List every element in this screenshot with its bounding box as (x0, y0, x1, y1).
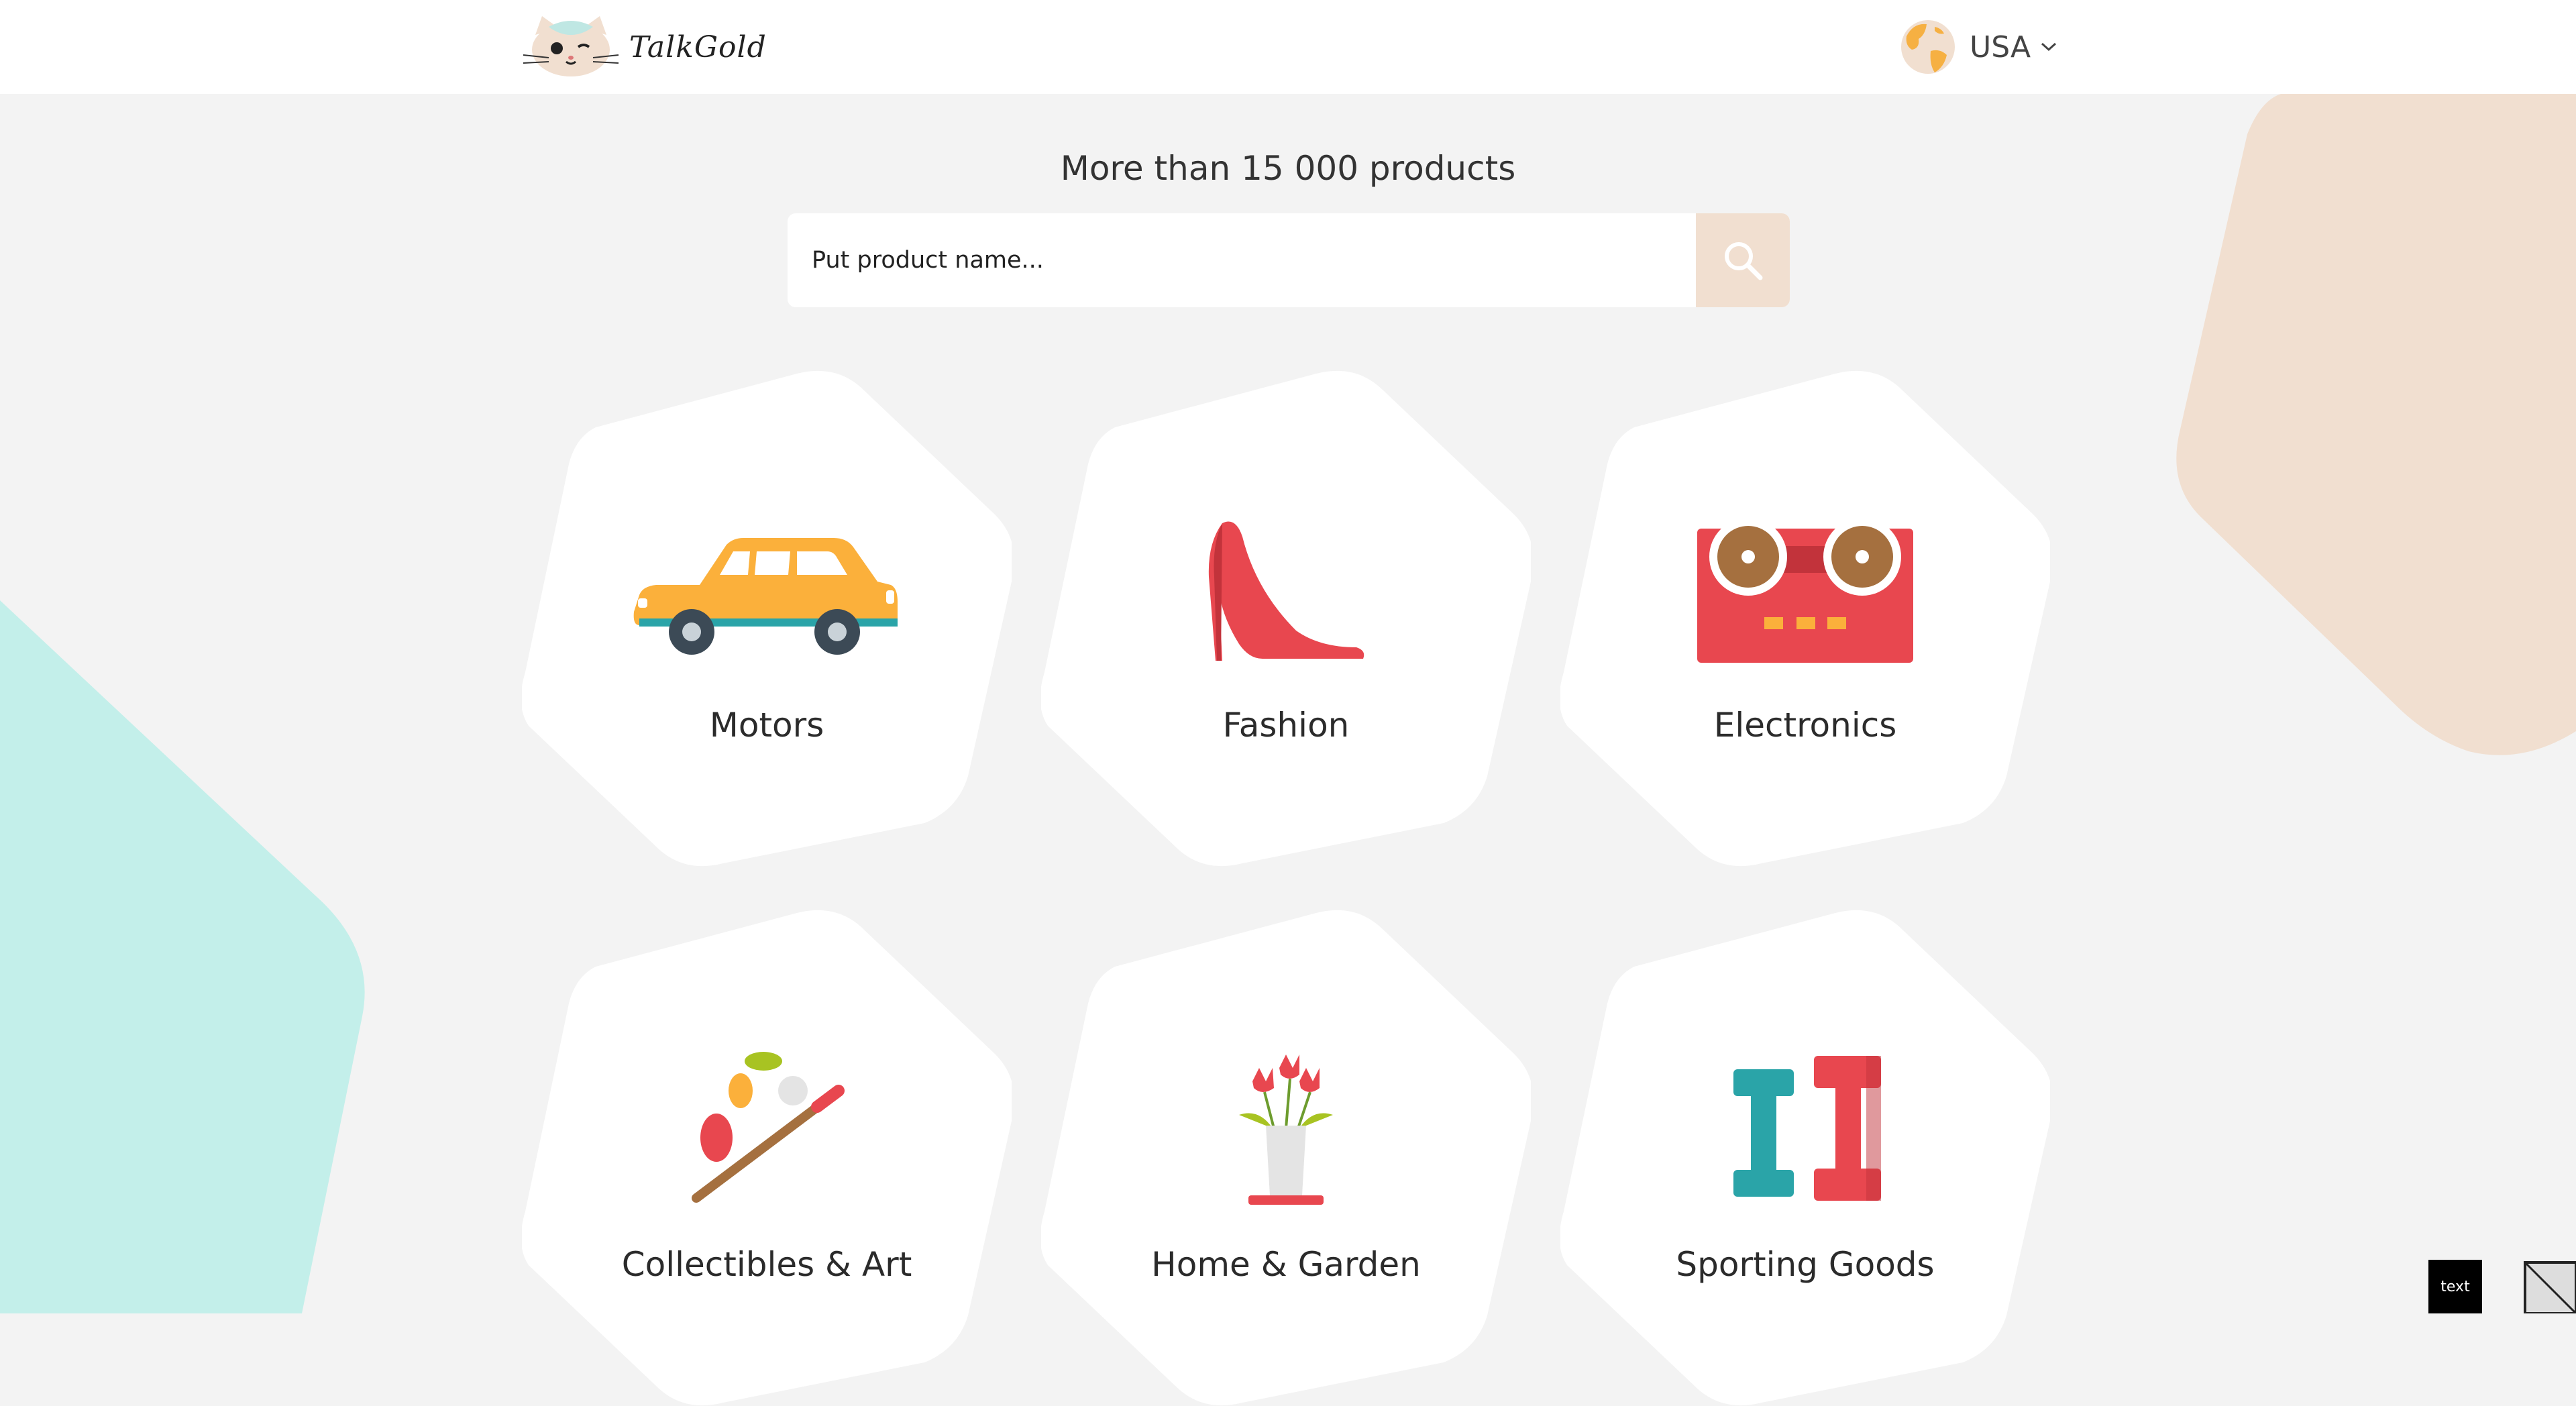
car-icon (522, 525, 1012, 659)
category-label: Sporting Goods (1676, 1245, 1935, 1284)
search-button[interactable] (1696, 213, 1790, 307)
chevron-down-icon (2041, 42, 2057, 52)
globe-icon (1901, 20, 1955, 74)
floating-text-button[interactable]: text (2428, 1260, 2482, 1313)
high-heel-shoe-icon (1041, 517, 1531, 664)
tape-recorder-icon (1560, 519, 2050, 667)
category-label: Collectibles & Art (621, 1245, 912, 1284)
category-tile-electronics[interactable]: Electronics (1560, 370, 2050, 867)
search-icon (1725, 242, 1763, 280)
product-search-bar (788, 213, 1790, 307)
category-tile-fashion[interactable]: Fashion (1041, 370, 1531, 867)
category-label: Home & Garden (1151, 1245, 1421, 1284)
category-tile-collectibles-art[interactable]: Collectibles & Art (522, 910, 1012, 1406)
category-label: Motors (709, 706, 824, 745)
country-selector[interactable]: USA (1900, 16, 2057, 78)
paint-palette-icon (522, 1050, 1012, 1205)
dumbbell-icon (1560, 1056, 2050, 1203)
category-label: Electronics (1713, 706, 1897, 745)
peach-background-shape (2176, 94, 2576, 755)
top-header: TalkGold USA (0, 0, 2576, 94)
category-tile-home-garden[interactable]: Home & Garden (1041, 910, 1531, 1406)
brand-name: TalkGold (629, 30, 767, 64)
flower-vase-icon (1041, 1054, 1531, 1209)
cat-logo-icon (523, 16, 619, 76)
corner-placeholder-icon[interactable] (2522, 1260, 2576, 1313)
category-tile-motors[interactable]: Motors (522, 370, 1012, 867)
category-tile-sporting-goods[interactable]: Sporting Goods (1560, 910, 2050, 1406)
page-headline: More than 15 000 products (1060, 149, 1516, 188)
search-input[interactable] (788, 213, 1696, 307)
brand-logo[interactable]: TalkGold (522, 15, 767, 79)
teal-background-shape (0, 600, 365, 1313)
country-label: USA (1970, 30, 2031, 64)
category-label: Fashion (1222, 706, 1350, 745)
